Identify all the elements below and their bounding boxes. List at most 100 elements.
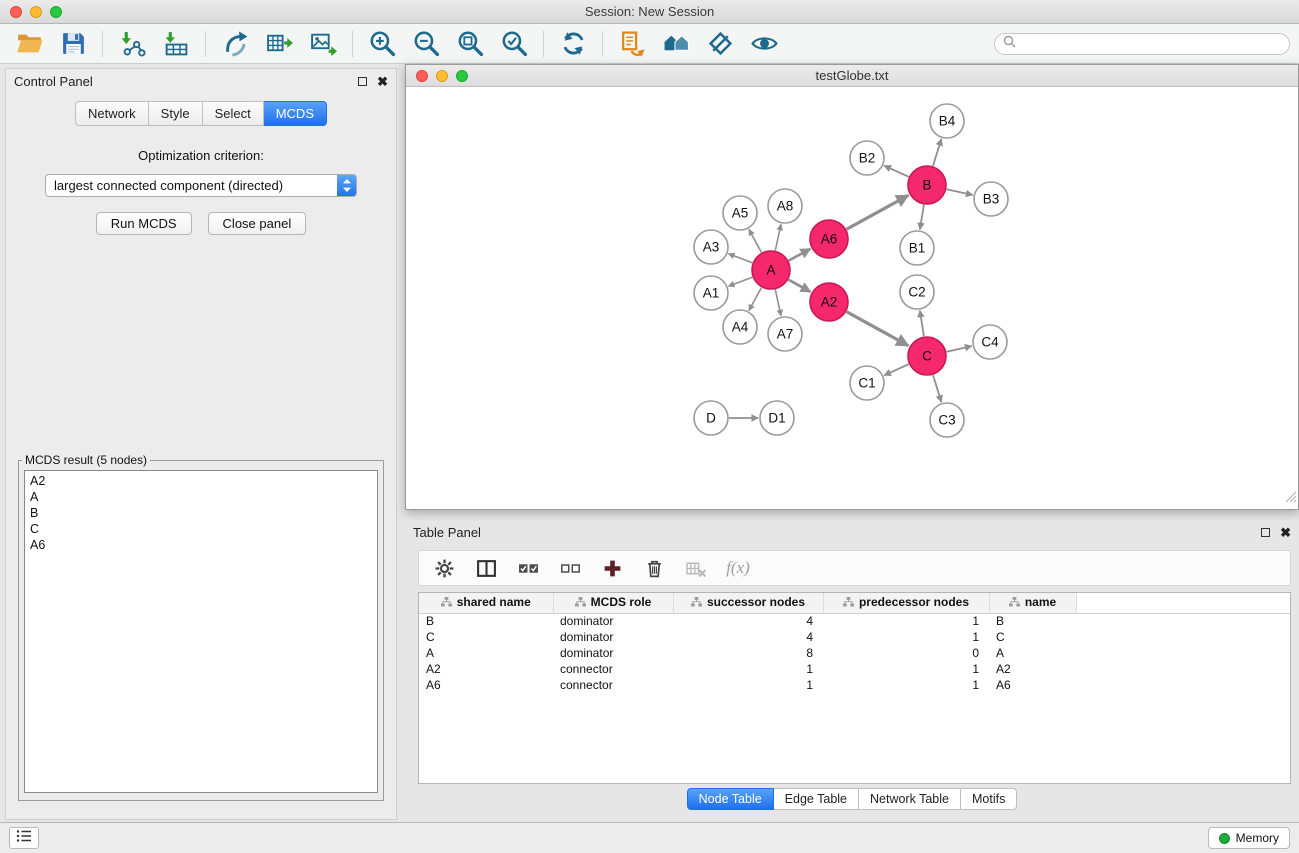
table-cell[interactable]: 4 xyxy=(673,629,823,645)
zoom-in-icon[interactable] xyxy=(368,30,396,58)
tab-style[interactable]: Style xyxy=(149,101,203,126)
table-cell[interactable]: A6 xyxy=(989,677,1076,693)
table-tab-network-table[interactable]: Network Table xyxy=(859,788,961,810)
column-header-mcds-role[interactable]: MCDS role xyxy=(553,593,673,613)
node-A[interactable]: A xyxy=(752,251,790,289)
table-cell[interactable]: C xyxy=(989,629,1076,645)
table-cell[interactable]: dominator xyxy=(553,613,673,629)
import-network-from-file-icon[interactable] xyxy=(118,30,146,58)
function-builder-icon[interactable]: f(x) xyxy=(727,557,749,579)
import-table-from-file-icon[interactable] xyxy=(162,30,190,58)
table-row[interactable]: Adominator80A xyxy=(419,645,1290,661)
network-canvas[interactable]: AA2A6BCA1A3A4A5A7A8B1B2B3B4C1C2C3C4DD1 xyxy=(406,87,1298,509)
show-hide-panel-icon[interactable] xyxy=(750,30,778,58)
home-icon[interactable] xyxy=(662,30,690,58)
edge-A-A8[interactable] xyxy=(775,224,781,250)
first-neighbors-icon[interactable] xyxy=(618,30,646,58)
show-columns-icon[interactable] xyxy=(475,557,497,579)
node-A3[interactable]: A3 xyxy=(694,230,728,264)
graphics-details-icon[interactable] xyxy=(706,30,734,58)
node-C1[interactable]: C1 xyxy=(850,366,884,400)
add-row-icon[interactable] xyxy=(601,557,623,579)
edge-A-A5[interactable] xyxy=(749,229,762,252)
criterion-dropdown[interactable]: largest connected component (directed) xyxy=(45,174,357,197)
edge-A-A6[interactable] xyxy=(789,249,811,261)
table-cell[interactable]: connector xyxy=(553,677,673,693)
apply-layout-icon[interactable] xyxy=(559,30,587,58)
run-mcds-button[interactable]: Run MCDS xyxy=(96,212,192,235)
zoom-fit-content-icon[interactable] xyxy=(456,30,484,58)
tab-select[interactable]: Select xyxy=(203,101,264,126)
column-header-predecessor-nodes[interactable]: predecessor nodes xyxy=(823,593,989,613)
table-cell[interactable]: dominator xyxy=(553,629,673,645)
node-C[interactable]: C xyxy=(908,337,946,375)
table-cell[interactable]: 0 xyxy=(823,645,989,661)
edge-A6-B[interactable] xyxy=(847,195,909,229)
table-cell[interactable]: A2 xyxy=(419,661,553,677)
node-B3[interactable]: B3 xyxy=(974,182,1008,216)
node-D[interactable]: D xyxy=(694,401,728,435)
column-header-shared-name[interactable]: shared name xyxy=(419,593,553,613)
close-panel-icon[interactable]: ✖ xyxy=(377,77,388,86)
table-tab-motifs[interactable]: Motifs xyxy=(961,788,1017,810)
node-B4[interactable]: B4 xyxy=(930,104,964,138)
edge-A-A7[interactable] xyxy=(775,290,781,316)
column-header-name[interactable]: name xyxy=(989,593,1076,613)
memory-button[interactable]: Memory xyxy=(1208,827,1290,849)
save-session-icon[interactable] xyxy=(59,30,87,58)
node-C3[interactable]: C3 xyxy=(930,403,964,437)
table-cell[interactable]: 1 xyxy=(823,613,989,629)
edge-B-B2[interactable] xyxy=(884,166,909,177)
edge-C-C4[interactable] xyxy=(947,346,972,352)
settings-icon[interactable] xyxy=(433,557,455,579)
export-table-icon[interactable] xyxy=(265,30,293,58)
unselect-all-icon[interactable] xyxy=(559,557,581,579)
mcds-result-item[interactable]: A6 xyxy=(30,537,372,553)
table-cell[interactable]: 4 xyxy=(673,613,823,629)
edge-C-C1[interactable] xyxy=(884,364,909,375)
edge-B-B3[interactable] xyxy=(947,189,973,195)
edge-A-A1[interactable] xyxy=(728,277,752,286)
edge-A-A2[interactable] xyxy=(789,280,811,292)
node-B2[interactable]: B2 xyxy=(850,141,884,175)
edge-B-B4[interactable] xyxy=(933,139,941,166)
mcds-result-item[interactable]: A2 xyxy=(30,473,372,489)
node-A6[interactable]: A6 xyxy=(810,220,848,258)
node-C2[interactable]: C2 xyxy=(900,275,934,309)
export-image-icon[interactable] xyxy=(309,30,337,58)
table-row[interactable]: Cdominator41C xyxy=(419,629,1290,645)
network-close-button[interactable] xyxy=(416,70,428,82)
edge-C-C3[interactable] xyxy=(933,375,941,402)
node-A1[interactable]: A1 xyxy=(694,276,728,310)
table-cell[interactable]: B xyxy=(989,613,1076,629)
table-tab-edge-table[interactable]: Edge Table xyxy=(774,788,859,810)
node-A5[interactable]: A5 xyxy=(723,196,757,230)
mcds-result-item[interactable]: B xyxy=(30,505,372,521)
network-minimize-button[interactable] xyxy=(436,70,448,82)
mcds-result-item[interactable]: A xyxy=(30,489,372,505)
table-tab-node-table[interactable]: Node Table xyxy=(687,788,774,810)
table-cell[interactable]: C xyxy=(419,629,553,645)
resize-grip-icon[interactable] xyxy=(1285,490,1297,508)
float-table-panel-icon[interactable] xyxy=(1261,528,1270,537)
edge-A-A4[interactable] xyxy=(749,288,762,311)
edge-A2-C[interactable] xyxy=(847,312,909,346)
node-A4[interactable]: A4 xyxy=(723,310,757,344)
float-panel-icon[interactable] xyxy=(358,77,367,86)
delete-row-icon[interactable] xyxy=(643,557,665,579)
search-input[interactable] xyxy=(1021,37,1281,52)
task-history-button[interactable] xyxy=(9,827,39,849)
fullscreen-window-button[interactable] xyxy=(50,6,62,18)
table-row[interactable]: A6connector11A6 xyxy=(419,677,1290,693)
edge-B-B1[interactable] xyxy=(920,205,924,230)
table-cell[interactable]: B xyxy=(419,613,553,629)
mcds-result-item[interactable]: C xyxy=(30,521,372,537)
node-A8[interactable]: A8 xyxy=(768,189,802,223)
mcds-result-list[interactable]: A2ABCA6 xyxy=(24,470,378,793)
minimize-window-button[interactable] xyxy=(30,6,42,18)
node-D1[interactable]: D1 xyxy=(760,401,794,435)
zoom-selected-icon[interactable] xyxy=(500,30,528,58)
tab-mcds[interactable]: MCDS xyxy=(264,101,327,126)
table-cell[interactable]: 1 xyxy=(823,629,989,645)
node-A2[interactable]: A2 xyxy=(810,283,848,321)
